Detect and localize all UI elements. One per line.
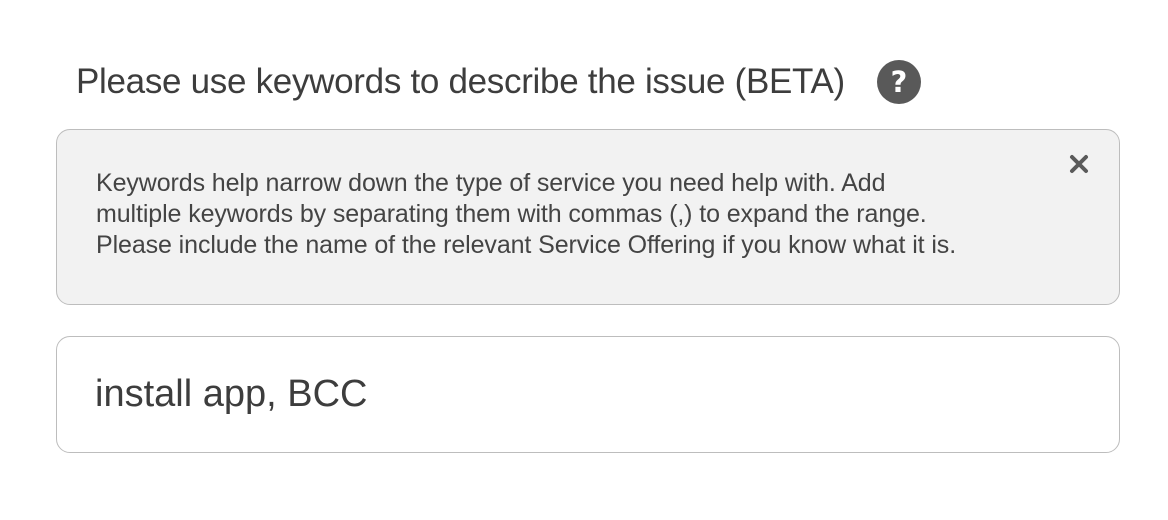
keywords-field-label: Please use keywords to describe the issu… [76,62,845,101]
info-text-line: Please include the name of the relevant … [96,231,957,259]
help-icon[interactable]: ? [876,60,921,104]
keywords-field-header: Please use keywords to describe the issu… [76,56,921,108]
close-icon[interactable] [1065,150,1093,178]
info-text-line: Keywords help narrow down the type of se… [96,169,886,197]
keywords-info-box: Keywords help narrow down the type of se… [56,129,1120,305]
close-icon-glyph [1070,155,1088,173]
keywords-info-text: Keywords help narrow down the type of se… [96,168,1036,261]
keywords-input[interactable] [56,336,1120,453]
info-text-line: multiple keywords by separating them wit… [96,200,927,228]
